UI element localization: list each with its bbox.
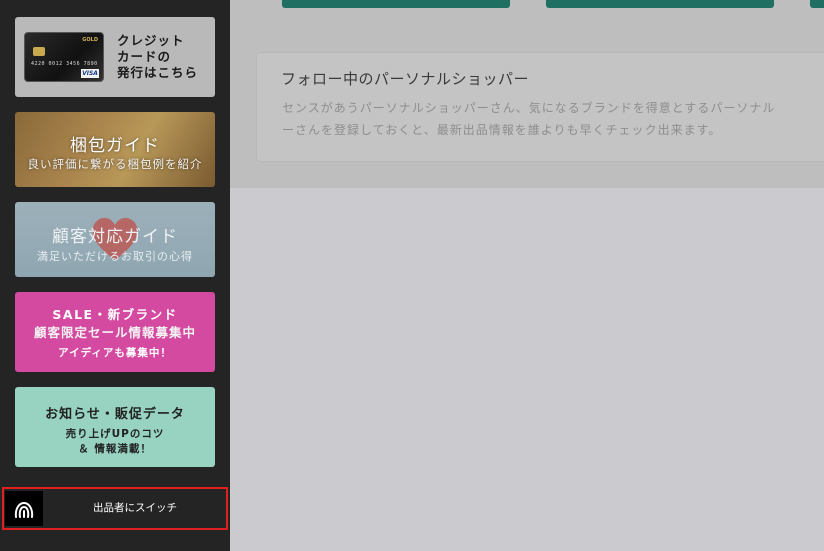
- following-shoppers-title: フォロー中のパーソナルショッパー: [281, 70, 530, 88]
- sale-banner-line1: SALE・新ブランド: [52, 307, 178, 322]
- action-button-2[interactable]: [546, 0, 774, 8]
- packing-guide-subtitle: 良い評価に繋がる梱包例を紹介: [27, 157, 203, 171]
- main-top-region: フォロー中のパーソナルショッパー センスがあうパーソナルショッパーさん、気になる…: [230, 0, 824, 188]
- switch-to-seller-button[interactable]: 出品者にスイッチ: [2, 487, 228, 530]
- news-banner-title: お知らせ・販促データ: [45, 407, 185, 422]
- credit-card-banner[interactable]: GOLD 4220 0012 3456 7890 VISA クレジット カードの…: [15, 17, 215, 97]
- news-banner-subtitle: 売り上げUPのコツ ＆ 情報満載！: [65, 428, 165, 455]
- following-shoppers-description: センスがあうパーソナルショッパーさん、気になるブランドを得意とするパーソナル ー…: [282, 101, 776, 137]
- customer-guide-title: 顧客対応ガイド: [52, 227, 178, 247]
- card-chip-icon: [33, 47, 45, 56]
- sale-banner-line3: アイディアも募集中！: [58, 347, 172, 359]
- sale-banner[interactable]: SALE・新ブランド 顧客限定セール情報募集中 アイディアも募集中！: [15, 292, 215, 372]
- fingerprint-icon: [14, 501, 34, 518]
- card-number: 4220 0012 3456 7890: [31, 61, 98, 67]
- switch-to-seller-label: 出品者にスイッチ: [93, 502, 177, 514]
- action-button-1[interactable]: [282, 0, 510, 8]
- sidebar: GOLD 4220 0012 3456 7890 VISA クレジット カードの…: [0, 0, 230, 551]
- switch-icon-box: [5, 491, 43, 526]
- sale-banner-line2: 顧客限定セール情報募集中: [33, 325, 196, 340]
- following-shoppers-card: フォロー中のパーソナルショッパー センスがあうパーソナルショッパーさん、気になる…: [256, 52, 824, 162]
- news-banner[interactable]: お知らせ・販促データ 売り上げUPのコツ ＆ 情報満載！: [15, 387, 215, 467]
- credit-card-image: GOLD 4220 0012 3456 7890 VISA: [24, 32, 104, 82]
- visa-logo: VISA: [81, 69, 99, 78]
- customer-guide-subtitle: 満足いただけるお取引の心得: [37, 250, 193, 263]
- action-button-3[interactable]: [810, 0, 824, 8]
- packing-guide-banner[interactable]: 梱包ガイド 良い評価に繋がる梱包例を紹介: [15, 112, 215, 187]
- main-content: フォロー中のパーソナルショッパー センスがあうパーソナルショッパーさん、気になる…: [230, 0, 824, 551]
- packing-guide-title: 梱包ガイド: [70, 136, 160, 156]
- customer-guide-banner[interactable]: 顧客対応ガイド 満足いただけるお取引の心得: [15, 202, 215, 277]
- credit-card-banner-text: クレジット カードの 発行はこちら: [117, 33, 199, 80]
- card-gold-label: GOLD: [82, 37, 98, 43]
